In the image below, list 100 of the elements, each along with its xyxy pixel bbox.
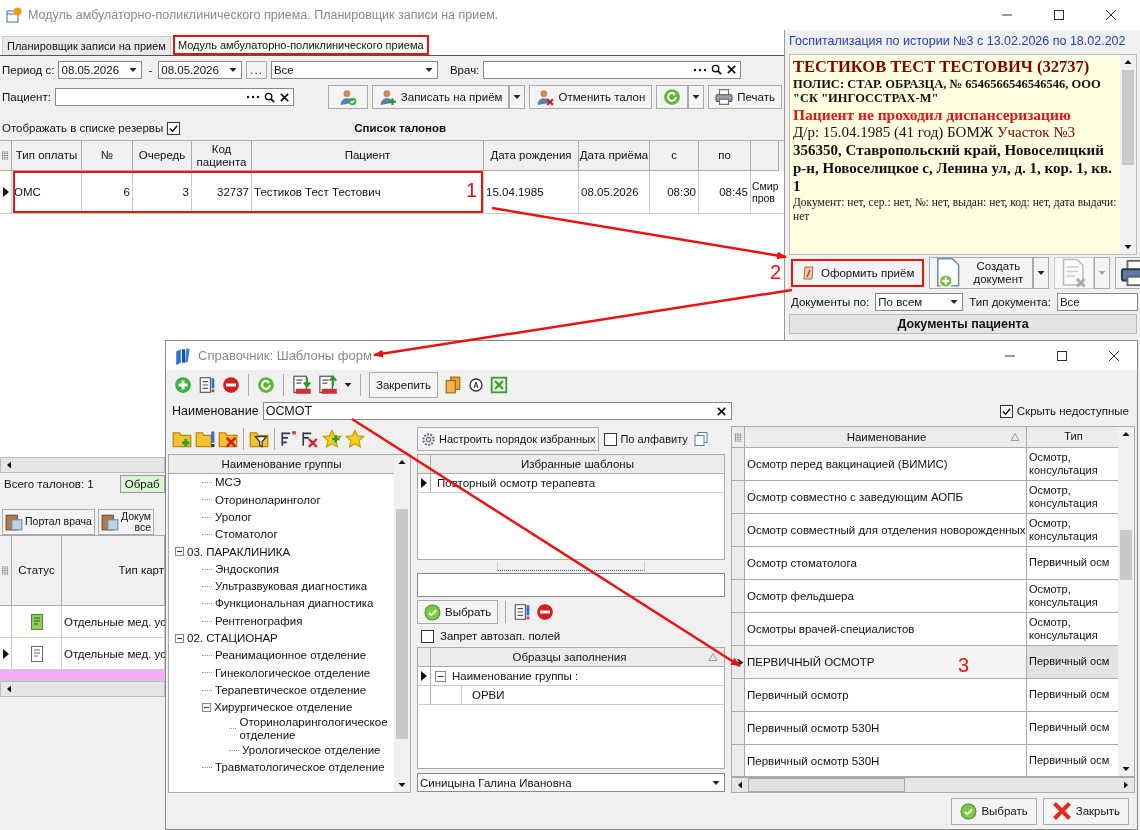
table-cell[interactable]: ОРВИ [461,686,505,704]
scroll-down-icon[interactable] [1122,765,1130,773]
stack-icon[interactable] [444,374,463,396]
collapse-icon[interactable] [435,670,446,682]
table-cell[interactable]: Первичный осм [1029,688,1110,702]
column-chooser-icon[interactable] [2,151,9,160]
visit-button[interactable]: Оформить приём [791,259,925,287]
scrollbar[interactable] [731,777,1135,793]
tree-item[interactable]: МСЭ [215,476,242,489]
remove-icon[interactable] [536,601,555,623]
search-icon[interactable] [263,90,275,104]
portal-button[interactable]: Докум все [97,509,155,535]
clear-icon[interactable] [715,405,727,417]
table-row[interactable]: Первичный осмотр 530Н Первичный осм [732,712,1118,745]
hide-unavailable-checkbox[interactable] [999,404,1013,418]
table-row[interactable]: Первичный осмотр Первичный осм [732,679,1118,712]
tree-item[interactable]: Урологическое отделение [242,743,381,757]
column-header[interactable]: Тип оплаты [12,141,82,171]
column-header[interactable]: с [650,141,699,171]
table-cell[interactable]: Осмотр, консультация [1029,615,1118,643]
table-cell[interactable]: Первичный осмотр 530Н [747,722,880,734]
choose-button[interactable]: Выбрать [951,797,1037,825]
dropdown-button[interactable] [1033,257,1050,289]
pin-button[interactable]: Закрепить [369,372,439,398]
status-chip[interactable]: Обраб [119,475,165,493]
autofill-lock-checkbox[interactable] [421,629,434,643]
collapse-icon[interactable] [202,703,211,712]
alphabetical-checkbox[interactable] [604,432,618,446]
tree-item[interactable]: Травматологическое отделение [215,761,385,774]
column-header[interactable]: Дата рождения [484,141,579,171]
cross-square-icon[interactable] [490,374,509,396]
clear-icon[interactable] [726,62,738,77]
scroll-left-icon[interactable] [5,461,13,469]
create-document-button[interactable]: Создать документ [929,257,1034,289]
date-field[interactable]: 08.05.2026 [58,60,143,79]
scrollbar[interactable] [394,455,410,792]
clear-icon[interactable] [278,90,290,104]
tree-item[interactable]: Ультразвуковая диагностика [215,580,368,593]
tree-item[interactable]: Оториноларингологическое отделение [239,716,394,742]
table-cell[interactable]: Первичный осмотр 530Н [747,755,880,767]
collapse-icon[interactable] [175,633,184,643]
scroll-thumb[interactable] [396,508,408,739]
table-row[interactable]: Осмотр фельдшера Осмотр, консультация [732,580,1118,613]
doctor-field[interactable] [483,60,742,79]
add-icon[interactable] [174,374,192,396]
hospitalization-link[interactable]: Госпитализация по истории №3 с 13.02.2026 по 18.02.202 [785,30,1140,54]
reserve-checkbox[interactable] [167,121,181,135]
scrollbar[interactable] [1120,55,1136,254]
scroll-left-icon[interactable] [5,685,13,693]
scrollbar[interactable] [1118,427,1134,776]
scroll-down-icon[interactable] [398,781,406,789]
tree-item[interactable]: Гинекологическое отделение [215,666,371,680]
tree-item[interactable]: Уролог [215,510,252,524]
scroll-thumb[interactable] [748,778,905,792]
collapse-icon[interactable] [175,547,184,557]
table-cell[interactable]: Осмотр совместно с заведующим АОПБ [747,491,964,503]
print-button[interactable]: Печать [708,85,782,109]
dropdown-button[interactable] [509,85,526,109]
column-header[interactable]: Наименование [745,427,1027,447]
scrollbar[interactable] [0,457,165,473]
scroll-thumb[interactable] [1120,530,1132,581]
export-icon[interactable] [318,374,338,396]
table-cell[interactable]: Первичный осм [1029,721,1110,735]
cancel-ticket-button[interactable]: Отменить талон [529,85,653,109]
column-header[interactable]: № [82,141,133,171]
scroll-thumb[interactable] [1122,70,1134,165]
status-dropdown[interactable]: Все [270,60,438,79]
tree-item[interactable]: Эндоскопия [215,562,279,576]
portal-button[interactable]: Портал врача [2,509,95,535]
table-cell[interactable]: Осмотры врачей-специалистов [747,623,915,635]
scroll-right-icon[interactable] [1122,781,1130,789]
column-chooser-icon[interactable] [734,432,742,442]
dropdown-button[interactable] [688,85,705,109]
column-header[interactable]: Тип [1027,427,1118,447]
table-cell[interactable]: Осмотр, консультация [1029,450,1118,478]
book-button[interactable]: Записать на приём [371,85,510,109]
column-header[interactable]: Наименование группы [169,455,394,474]
documents-by-dropdown[interactable]: По всем [875,293,964,311]
star-add-icon[interactable] [322,428,342,450]
search-icon[interactable] [711,62,723,77]
remove-icon[interactable] [222,374,240,396]
table-cell[interactable]: Осмотр перед вакцинацией (ВИМИС) [747,458,948,470]
table-cell[interactable]: Осмотр фельдшера [747,590,854,602]
patient-check-button[interactable] [327,85,368,109]
choose-button[interactable]: Выбрать [417,600,499,624]
more-button[interactable]: ... [246,60,267,79]
tree-item[interactable]: Терапевтическое отделение [215,683,367,697]
document-type-field[interactable]: Все [1056,293,1138,311]
table-cell[interactable]: Осмотр, консультация [1029,582,1118,610]
close-button[interactable]: Закрыть [1042,797,1129,825]
star-icon[interactable] [345,428,365,450]
column-header[interactable]: Дата приёма [579,141,650,171]
doctor-dropdown[interactable]: Синицына Галина Ивановна [417,773,725,792]
edit-icon[interactable] [513,601,532,623]
tree-item[interactable]: Оториноларинголог [215,493,321,507]
table-row[interactable]: Осмотр совместно с заведующим АОПБ Осмотр, консультация [732,481,1118,514]
tree-item[interactable]: Стоматолог [215,528,278,541]
text-field[interactable] [417,573,725,597]
tree-item[interactable]: 03. ПАРАКЛИНИКА [187,545,291,559]
import-icon[interactable] [292,374,312,396]
